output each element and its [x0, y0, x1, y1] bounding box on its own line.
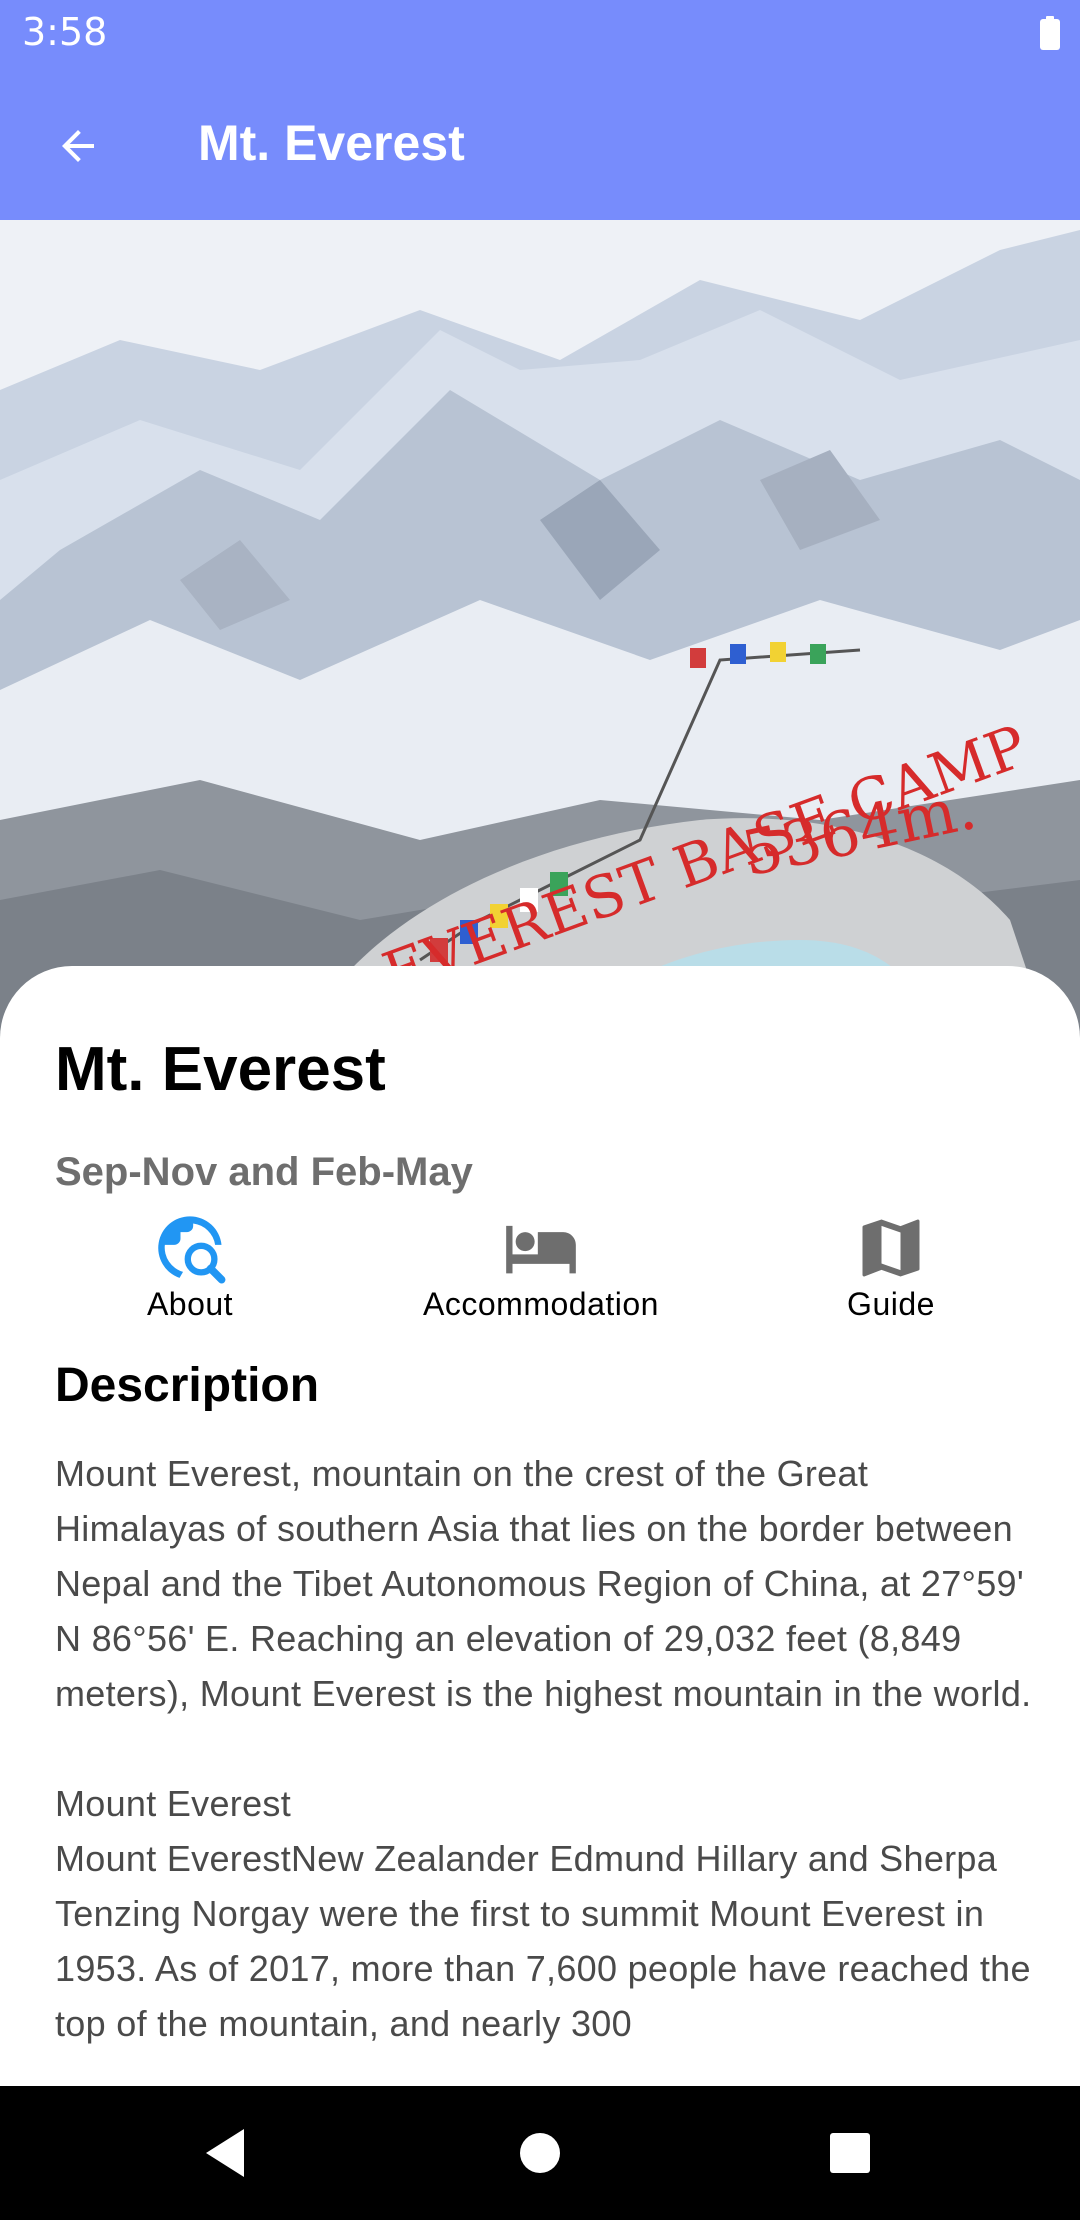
nav-recents-icon	[830, 2133, 870, 2173]
place-title: Mt. Everest	[55, 1035, 386, 1104]
bed-icon	[506, 1225, 576, 1274]
info-tabs: About Accommodation Guide	[0, 1210, 1080, 1330]
everest-base-camp-photo: EVEREST BASE CAMP 5364m.	[0, 220, 1080, 1040]
tab-about[interactable]: About	[30, 1210, 350, 1330]
map-icon	[862, 1219, 920, 1277]
status-time: 3:58	[22, 10, 108, 54]
screen: 3:58 Mt. Everest EVEREST BASE CAMP 5364m…	[0, 0, 1080, 2220]
nav-recents-button[interactable]	[810, 2116, 890, 2190]
nav-back-icon	[206, 2129, 244, 2177]
tab-accommodation[interactable]: Accommodation	[381, 1210, 701, 1330]
best-season: Sep-Nov and Feb-May	[55, 1150, 473, 1194]
travel-explore-icon	[158, 1216, 226, 1284]
back-button[interactable]	[38, 106, 118, 186]
app-bar-title: Mt. Everest	[198, 115, 465, 171]
nav-home-icon	[520, 2133, 560, 2173]
battery-full-icon	[1040, 16, 1060, 50]
nav-back-button[interactable]	[186, 2116, 266, 2190]
tab-about-label: About	[146, 1286, 234, 1322]
arrow-back-icon	[62, 130, 94, 162]
nav-home-button[interactable]	[500, 2116, 580, 2190]
description-heading: Description	[55, 1359, 320, 1412]
description-text: Mount Everest, mountain on the crest of …	[55, 1453, 1032, 2044]
details-sheet: Mt. Everest Sep-Nov and Feb-May About Ac…	[0, 966, 1080, 2086]
app-bar: Mt. Everest	[0, 68, 1080, 220]
tab-guide[interactable]: Guide	[731, 1210, 1051, 1330]
tab-guide-label: Guide	[847, 1286, 935, 1322]
status-bar: 3:58	[0, 0, 1080, 68]
system-nav-bar	[0, 2086, 1080, 2220]
tab-accommodation-label: Accommodation	[423, 1286, 659, 1322]
